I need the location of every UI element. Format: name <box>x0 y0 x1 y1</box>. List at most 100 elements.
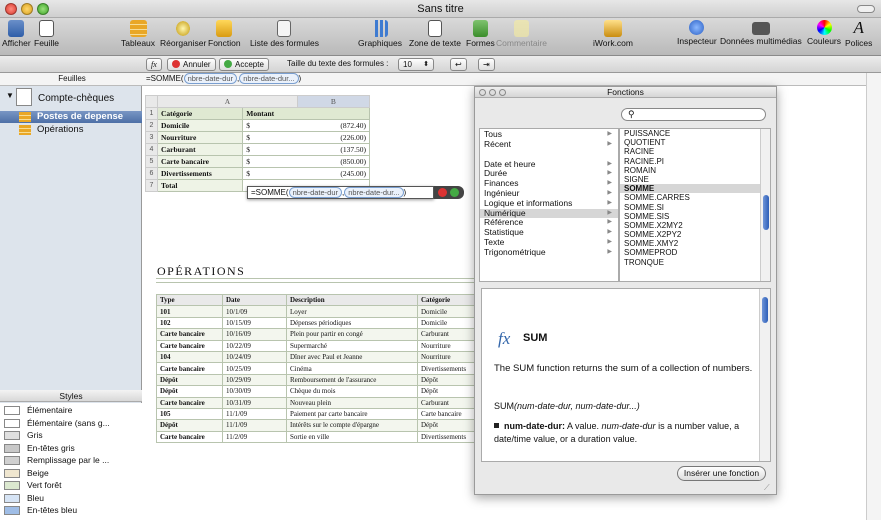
function-item[interactable]: SIGNE <box>620 175 770 184</box>
table-cell[interactable]: Catégorie <box>157 107 244 120</box>
formula-arg-token[interactable]: nbre-date-dur... <box>239 73 299 84</box>
table-cell[interactable]: Carte bancaire <box>156 430 223 444</box>
table-cell[interactable]: Cinéma <box>286 362 418 375</box>
function-item[interactable]: SOMME.SI <box>620 203 770 212</box>
vertical-scrollbar[interactable] <box>866 73 881 520</box>
formula-text[interactable]: =SOMME(nbre-date-dur, nbre-date-dur...) <box>146 73 301 85</box>
table-cell[interactable]: Carte bancaire <box>417 407 475 421</box>
style-item[interactable]: Vert forêt <box>4 479 62 492</box>
row-header[interactable]: 7 <box>144 179 159 192</box>
column-header-a[interactable]: A <box>157 95 298 108</box>
row-header[interactable]: 2 <box>144 119 159 132</box>
close-window-button[interactable] <box>5 3 17 15</box>
function-item[interactable]: SOMME <box>620 184 770 194</box>
formula-arg-token[interactable]: nbre-date-dur <box>183 73 238 84</box>
table-cell[interactable]: Nourriture <box>417 339 475 352</box>
table-cell[interactable]: 11/1/09 <box>222 407 287 421</box>
zoom-window-button[interactable] <box>37 3 49 15</box>
accept-icon[interactable] <box>450 188 459 197</box>
table-cell[interactable]: 10/25/09 <box>222 362 287 375</box>
tab-button[interactable]: ⇥ <box>478 58 495 71</box>
table-cell[interactable]: Dépôt <box>156 419 223 432</box>
table-cell[interactable]: Carte bancaire <box>156 396 223 409</box>
table-cell[interactable]: Sortie en ville <box>286 430 418 444</box>
table-cell[interactable]: $ <box>242 155 298 168</box>
table-cell[interactable]: (850.00) <box>297 155 371 168</box>
function-item[interactable]: ROMAIN <box>620 166 770 175</box>
minimize-panel-button[interactable] <box>489 89 496 96</box>
text-box-button[interactable]: Zone de texte <box>409 20 461 48</box>
table-cell[interactable]: 11/1/09 <box>222 419 287 432</box>
category-item[interactable]: Trigonométrique ▶ <box>480 247 618 258</box>
function-search-field[interactable]: ⚲ <box>621 108 766 121</box>
formula-arg-token[interactable]: nbre-date-dur <box>288 187 343 198</box>
table-cell[interactable]: 10/29/09 <box>222 373 287 387</box>
table-cell[interactable]: Chèque du mois <box>286 385 418 398</box>
table-cell[interactable]: Nourriture <box>157 131 244 144</box>
iwork-button[interactable]: iWork.com <box>593 20 633 48</box>
inspector-button[interactable]: Inspecteur <box>677 20 717 46</box>
table-cell[interactable]: $ <box>242 143 298 156</box>
table-cell[interactable]: (872.40) <box>297 119 371 132</box>
table-cell[interactable]: Intérêts sur le compte d'épargne <box>286 419 418 432</box>
shapes-button[interactable]: Formes <box>466 20 495 48</box>
table-cell[interactable]: Montant <box>242 107 298 120</box>
function-button[interactable]: Fonction <box>208 20 241 48</box>
table-cell[interactable]: Divertissements <box>417 362 475 375</box>
table-cell[interactable]: Domicile <box>157 119 244 132</box>
table-cell[interactable]: Loyer <box>286 305 418 318</box>
media-button[interactable]: Données multimédias <box>720 20 802 46</box>
function-list-scrollbar[interactable] <box>760 129 770 281</box>
cell-formula-editor[interactable]: =SOMME(nbre-date-dur, nbre-date-dur...) <box>247 186 434 199</box>
table-cell[interactable]: 10/24/09 <box>222 350 287 364</box>
scroll-thumb[interactable] <box>762 297 768 323</box>
row-header[interactable]: 6 <box>144 167 159 180</box>
insert-function-button[interactable]: Insérer une fonction <box>677 466 766 481</box>
table-cell[interactable]: 10/22/09 <box>222 339 287 352</box>
row-header[interactable]: 3 <box>144 131 159 144</box>
function-search-input[interactable] <box>640 110 760 120</box>
function-list[interactable]: PUISSANCE QUOTIENT RACINE RACINE.PI ROMAIN SI… <box>619 128 771 282</box>
table-cell[interactable]: Supermarché <box>286 339 418 352</box>
table-cell[interactable]: $ <box>242 119 298 132</box>
row-header[interactable]: 4 <box>144 143 159 156</box>
function-item[interactable]: QUOTIENT <box>620 138 770 147</box>
minimize-window-button[interactable] <box>21 3 33 15</box>
table-cell[interactable]: Plein pour partir en congé <box>286 328 418 341</box>
style-item[interactable]: En-têtes gris <box>4 442 75 455</box>
column-header[interactable]: Catégorie <box>417 293 475 307</box>
tables-button[interactable]: Tableaux <box>121 20 155 48</box>
charts-button[interactable]: Graphiques <box>358 20 402 48</box>
column-header-b[interactable]: B <box>296 95 371 108</box>
table-cell[interactable]: 10/1/09 <box>222 305 287 318</box>
reorganize-button[interactable]: Réorganiser <box>160 20 206 48</box>
style-item[interactable]: Bleu <box>4 492 44 505</box>
column-header[interactable]: Date <box>222 293 287 307</box>
style-item[interactable]: En-têtes bleu <box>4 504 77 517</box>
formula-size-select[interactable]: 10 ⬍ <box>398 58 434 71</box>
cancel-icon[interactable] <box>438 188 447 197</box>
disclosure-triangle-icon[interactable]: ▼ <box>6 91 14 100</box>
table-cell[interactable]: 101 <box>156 305 223 318</box>
toolbar-toggle-button[interactable] <box>857 5 875 13</box>
function-item[interactable]: SOMME.XMY2 <box>620 239 770 248</box>
table-cell[interactable]: Dîner avec Paul et Jeanne <box>286 350 418 364</box>
table-cell[interactable]: Carburant <box>417 396 475 409</box>
table-cell[interactable]: 105 <box>156 407 223 421</box>
description-scrollbar[interactable] <box>759 289 770 461</box>
table-cell[interactable]: $ <box>242 131 298 144</box>
table-cell[interactable]: $ <box>242 167 298 180</box>
table-cell[interactable]: 10/16/09 <box>222 328 287 341</box>
cancel-button[interactable]: Annuler <box>167 58 216 71</box>
accept-button[interactable]: Accepte <box>219 58 269 71</box>
table-cell[interactable]: Carte bancaire <box>157 155 244 168</box>
table-cell[interactable]: Remboursement de l'assurance <box>286 373 418 387</box>
function-item[interactable]: RACINE <box>620 147 770 156</box>
formula-list-button[interactable]: Liste des formules <box>250 20 319 48</box>
fonts-button[interactable]: A Polices <box>845 19 872 48</box>
view-button[interactable]: Afficher <box>2 20 31 48</box>
sheet-name[interactable]: Compte-chèques <box>38 93 114 104</box>
function-item[interactable]: TRONQUE <box>620 258 770 267</box>
return-button[interactable]: ↩ <box>450 58 467 71</box>
table-cell[interactable]: Carburant <box>157 143 244 156</box>
